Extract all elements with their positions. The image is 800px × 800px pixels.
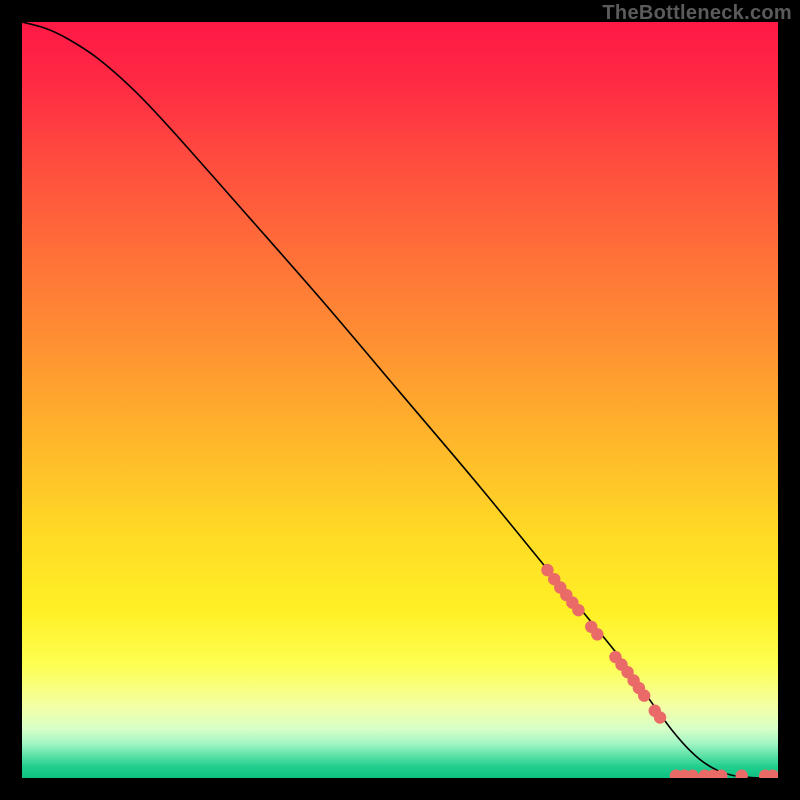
chart-frame: TheBottleneck.com (0, 0, 800, 800)
data-marker (591, 628, 603, 640)
gradient-rect (22, 22, 778, 778)
data-marker (638, 689, 650, 701)
data-marker (654, 711, 666, 723)
chart-svg (22, 22, 778, 778)
data-marker (572, 604, 584, 616)
plot-area (22, 22, 778, 778)
